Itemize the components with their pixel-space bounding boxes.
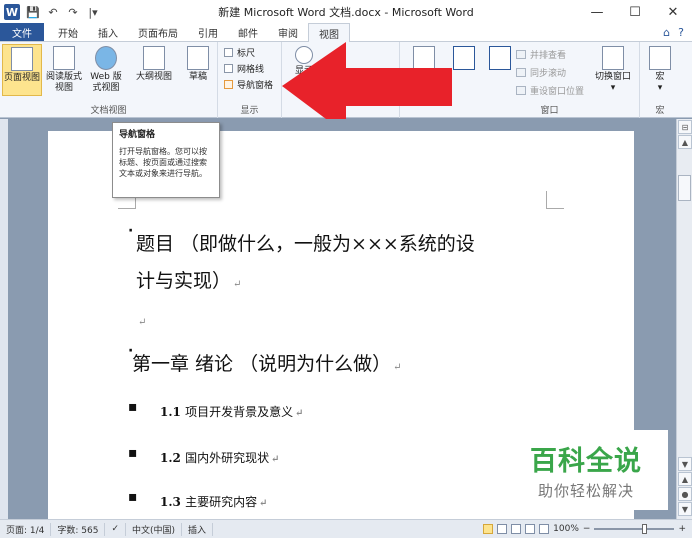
zoom-in-button[interactable]: +	[678, 524, 686, 534]
group-label-macros: 宏	[655, 106, 665, 116]
vertical-ruler	[0, 119, 8, 519]
chevron-down-icon: ▾	[610, 83, 616, 93]
language-indicator[interactable]: 中文(中国)	[126, 522, 183, 536]
web-layout-view-icon[interactable]	[511, 524, 522, 534]
page-count[interactable]: 页面: 1/4	[0, 522, 52, 536]
tooltip-title: 导航窗格	[119, 130, 156, 140]
watermark-logo: 百科全说 助你轻松解决	[504, 430, 668, 510]
draft-view-icon[interactable]	[539, 524, 550, 534]
tab-home[interactable]: 开始	[48, 23, 88, 41]
bullet-mark: ▪	[128, 445, 138, 461]
scrollbar-thumb[interactable]	[678, 175, 691, 201]
reset-window-position[interactable]: 重设窗口位置	[516, 84, 584, 97]
print-layout-view-icon[interactable]	[483, 524, 494, 534]
outline-icon	[143, 46, 165, 70]
tab-references[interactable]: 引用	[188, 23, 228, 41]
globe-icon	[95, 46, 117, 70]
redo-icon[interactable]: ↷	[66, 5, 80, 19]
word-count[interactable]: 字数: 565	[51, 522, 106, 536]
split-button[interactable]	[480, 44, 520, 96]
zoom-level[interactable]: 100%	[553, 524, 579, 534]
tab-mailings[interactable]: 邮件	[228, 23, 268, 41]
browse-object-icon[interactable]: ●	[678, 487, 692, 501]
maximize-button[interactable]: ☐	[616, 0, 654, 24]
draft-icon	[187, 46, 209, 70]
navigation-pane-tooltip: 导航窗格 打开导航窗格。您可以按标题、按页面或通过搜索文本或对象来进行导航。	[112, 122, 220, 198]
ribbon-minimize-icon[interactable]: ⌂	[663, 26, 670, 39]
watermark-main-text: 百科全说	[530, 446, 642, 477]
navigation-pane-checkbox[interactable]: 导航窗格	[224, 78, 273, 91]
proofing-icon[interactable]: ✓	[105, 522, 127, 536]
group-show: 标尺 网格线 导航窗格 显示	[218, 42, 282, 118]
bullet-mark: ▪	[128, 489, 138, 505]
zoom-slider[interactable]	[594, 524, 675, 534]
group-label-show: 显示	[240, 106, 259, 116]
doc-section-1-3[interactable]: 1.3 主要研究内容 ↵	[160, 493, 267, 510]
group-label-views: 文档视图	[90, 106, 127, 116]
zoom-out-button[interactable]: −	[583, 524, 591, 534]
minimize-button[interactable]: —	[578, 0, 616, 24]
ruler-toggle-icon[interactable]: ⊟	[678, 120, 692, 134]
gridlines-checkbox[interactable]: 网格线	[224, 62, 264, 75]
doc-title-line-2[interactable]: 计与实现） ↵	[136, 266, 241, 293]
vertical-scrollbar[interactable]: ⊟ ▲ ▼ ▲ ● ▼	[676, 119, 692, 519]
title-bar: W 💾 ↶ ↷ |▾ 新建 Microsoft Word 文档.docx - M…	[0, 0, 692, 24]
quick-access-toolbar: W 💾 ↶ ↷ |▾	[0, 4, 100, 20]
doc-title-line-1[interactable]: 题目 （即做什么，一般为×××系统的设	[136, 229, 475, 256]
reading-layout-button[interactable]: 阅读版式视图	[44, 44, 84, 96]
tab-view[interactable]: 视图	[308, 23, 350, 42]
bullet-mark: ▪	[128, 399, 138, 415]
print-layout-button[interactable]: 页面视图	[2, 44, 42, 96]
customize-qat-icon[interactable]: |▾	[86, 5, 100, 19]
previous-page-icon[interactable]: ▲	[678, 472, 692, 486]
book-icon	[53, 46, 75, 70]
full-screen-reading-icon[interactable]	[497, 524, 508, 534]
watermark-sub-text: 助你轻松解决	[537, 482, 634, 500]
margin-corner-mark	[546, 191, 564, 209]
ribbon-tabs: 文件 开始 插入 页面布局 引用 邮件 审阅 视图 ⌂ ?	[0, 23, 692, 42]
next-page-icon[interactable]: ▼	[678, 502, 692, 516]
window-controls: — ☐ ✕	[578, 0, 692, 24]
help-icon[interactable]: ?	[678, 26, 684, 39]
undo-icon[interactable]: ↶	[46, 5, 60, 19]
group-macros: 宏 ▾ 宏	[640, 42, 680, 118]
draft-view-button[interactable]: 草稿	[178, 44, 218, 96]
zoom-slider-thumb[interactable]	[642, 524, 648, 534]
page-view-icon	[11, 47, 33, 71]
chevron-down-icon: ▾	[657, 83, 663, 93]
web-layout-button[interactable]: Web 版式视图	[86, 44, 126, 96]
outline-view-icon[interactable]	[525, 524, 536, 534]
doc-section-1-2[interactable]: 1.2 国内外研究现状 ↵	[160, 449, 279, 466]
scroll-down-icon[interactable]: ▼	[678, 457, 692, 471]
insert-mode[interactable]: 插入	[182, 522, 214, 536]
switch-windows-button[interactable]: 切换窗口 ▾	[590, 44, 636, 96]
scroll-up-icon[interactable]: ▲	[678, 135, 692, 149]
ruler-checkbox[interactable]: 标尺	[224, 46, 255, 59]
doc-section-1-1[interactable]: 1.1 项目开发背景及意义 ↵	[160, 403, 303, 420]
tab-page-layout[interactable]: 页面布局	[128, 23, 188, 41]
split-icon	[489, 46, 511, 70]
outline-view-button[interactable]: 大纲视图	[134, 44, 174, 96]
synchronous-scrolling[interactable]: 同步滚动	[516, 66, 566, 79]
tooltip-body: 打开导航窗格。您可以按标题、按页面或通过搜索文本或对象来进行导航。	[119, 147, 207, 178]
tab-insert[interactable]: 插入	[88, 23, 128, 41]
tab-review[interactable]: 审阅	[268, 23, 308, 41]
group-document-views: 页面视图 阅读版式视图 Web 版式视图 大纲视图 草稿 文档视图	[0, 42, 218, 118]
status-bar: 页面: 1/4 字数: 565 ✓ 中文(中国) 插入 100% − +	[0, 519, 692, 538]
close-button[interactable]: ✕	[654, 0, 692, 24]
macros-button[interactable]: 宏 ▾	[640, 44, 680, 96]
view-side-by-side[interactable]: 并排查看	[516, 48, 566, 61]
empty-paragraph[interactable]: ↵	[136, 315, 146, 328]
arrange-icon	[453, 46, 475, 70]
macro-icon	[649, 46, 671, 70]
bullet-mark: ·	[128, 223, 134, 239]
word-app-icon[interactable]: W	[4, 4, 20, 20]
save-icon[interactable]: 💾	[26, 5, 40, 19]
doc-chapter-heading[interactable]: 第一章 绪论 （说明为什么做） ↵	[132, 349, 401, 376]
group-label-window: 窗口	[540, 106, 559, 116]
tab-file[interactable]: 文件	[0, 23, 44, 41]
switch-windows-icon	[602, 46, 624, 70]
